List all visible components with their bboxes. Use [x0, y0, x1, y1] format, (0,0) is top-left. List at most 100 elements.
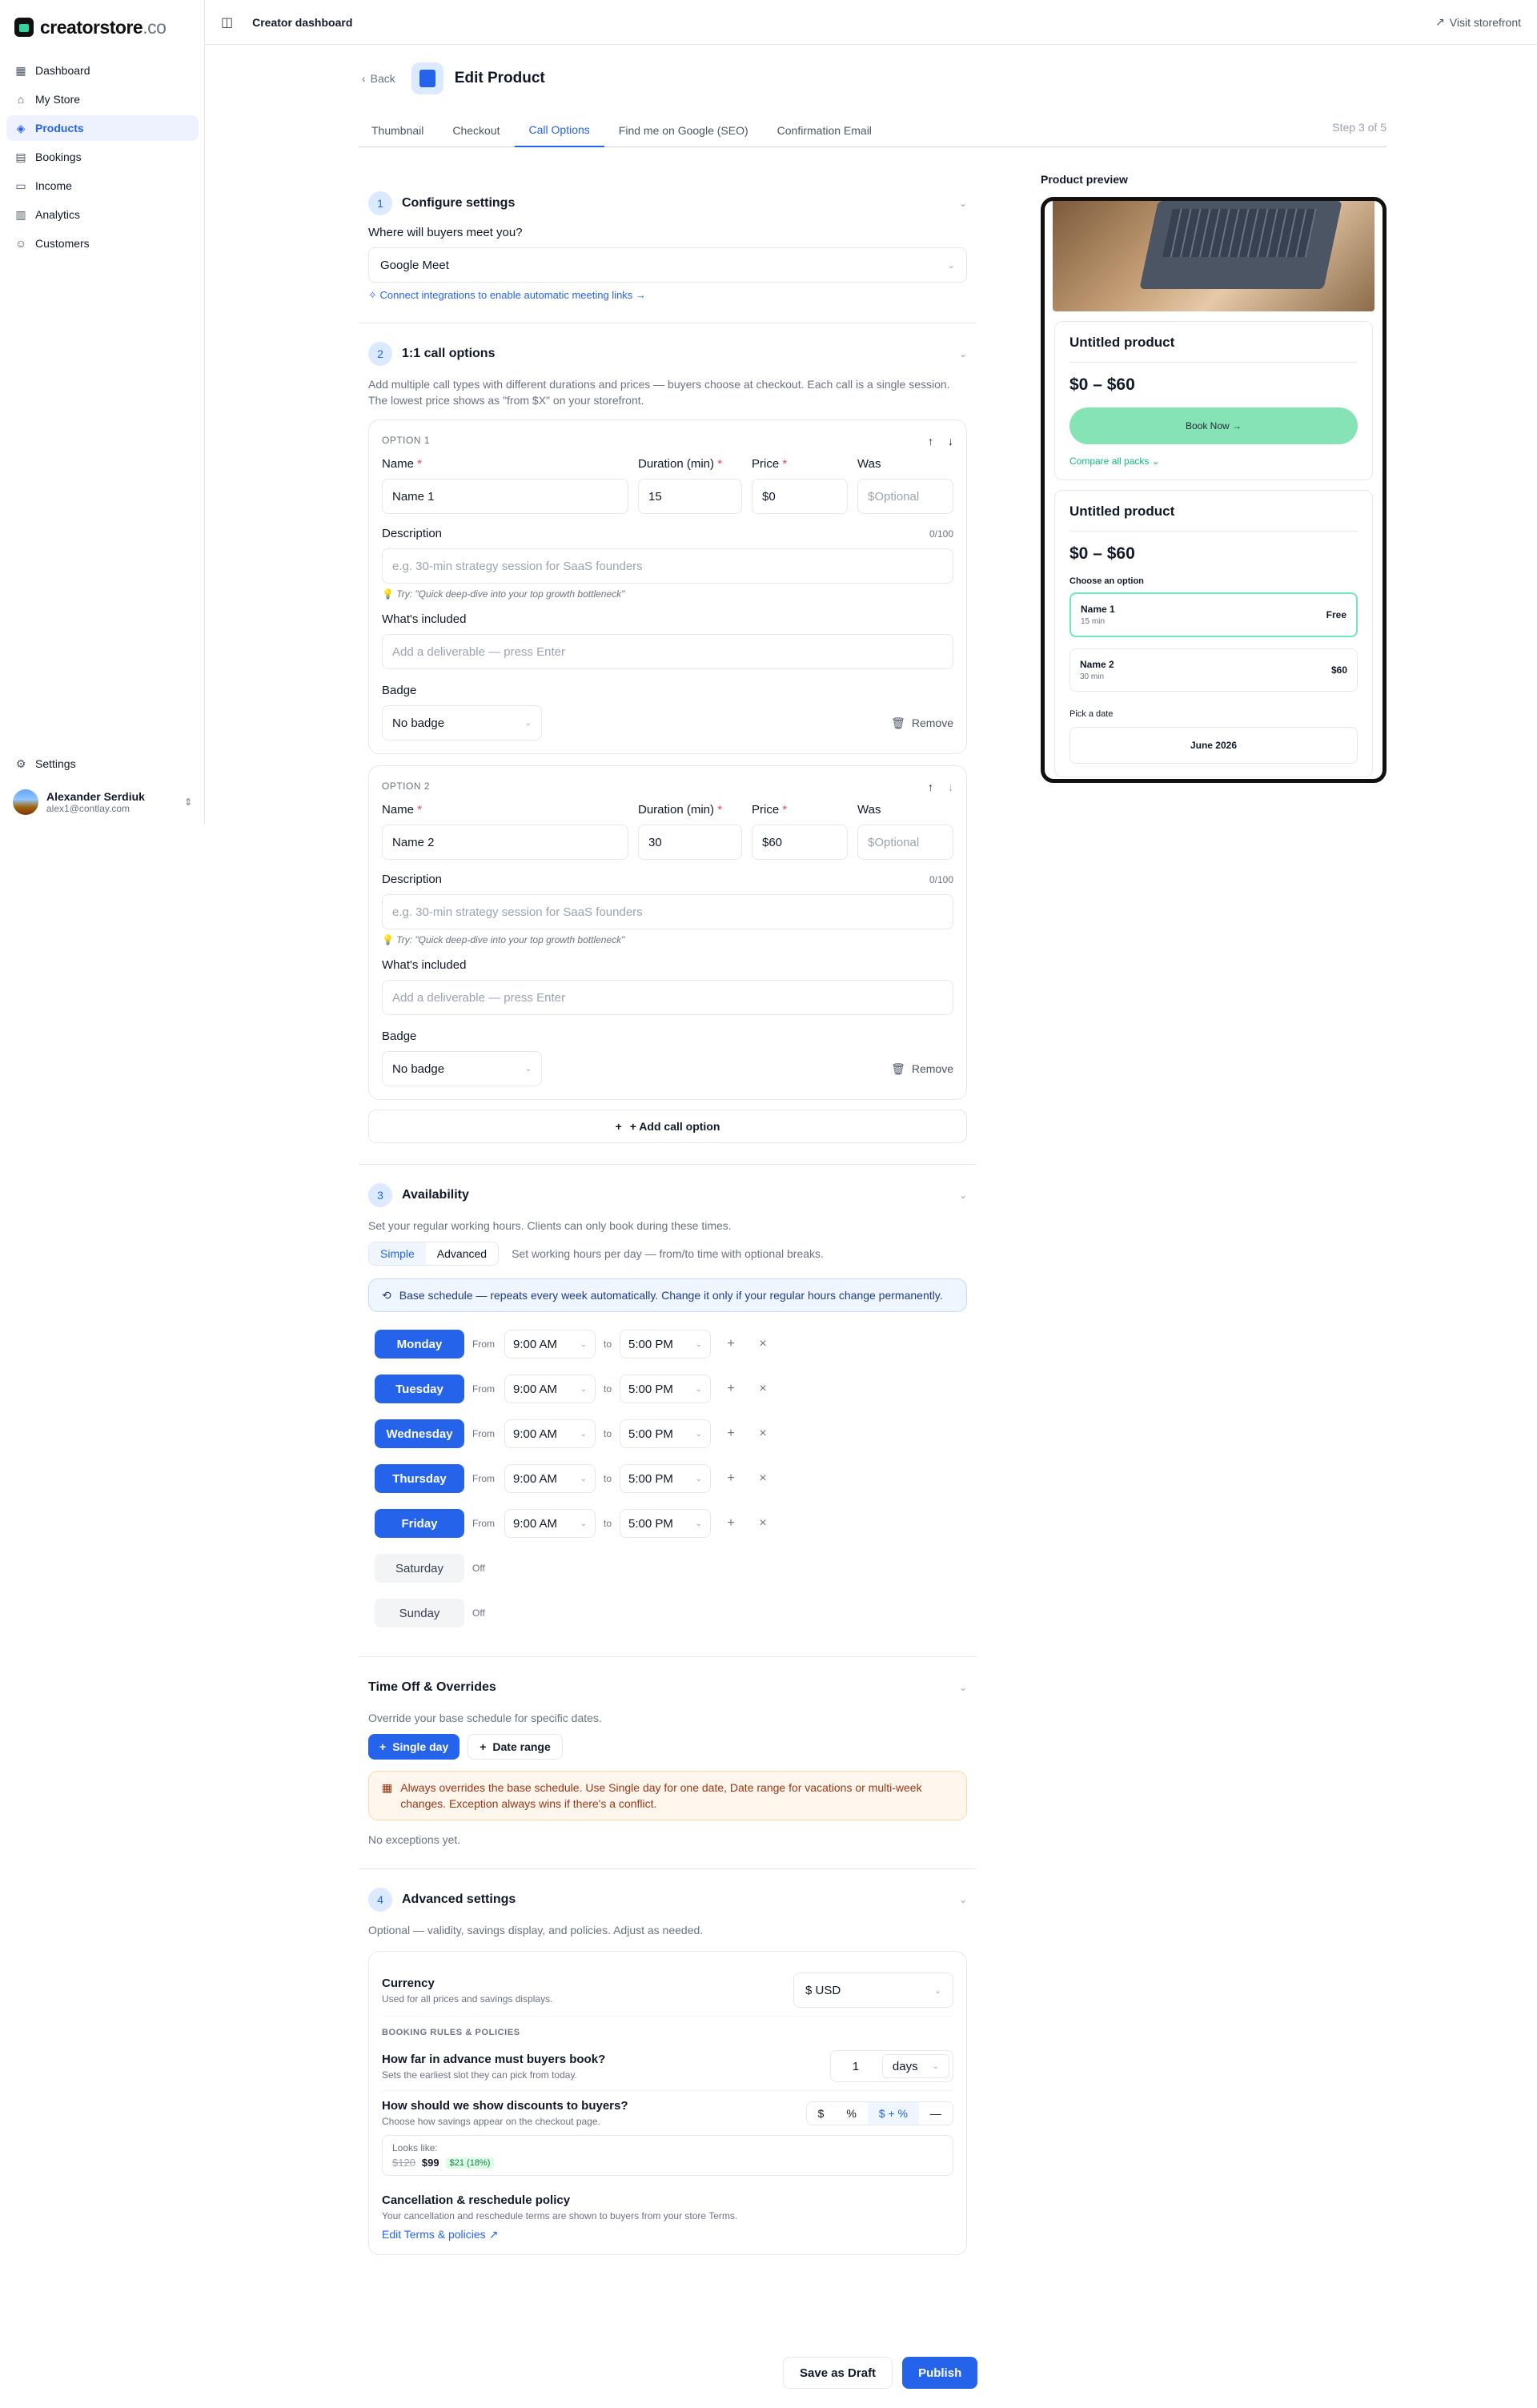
advance-number-input[interactable]: 1	[834, 2060, 877, 2073]
back-button[interactable]: ‹ Back	[362, 72, 395, 85]
chevron-down-icon[interactable]: ⌄	[959, 1682, 967, 1693]
sidebar-item-bookings[interactable]: ▤ Bookings	[6, 144, 199, 170]
price-input[interactable]: $0	[752, 479, 848, 514]
date-range-button[interactable]: + Date range	[468, 1734, 563, 1760]
book-now-button[interactable]: Book Now →	[1069, 407, 1358, 444]
sidebar-item-my-store[interactable]: ⌂ My Store	[6, 86, 199, 112]
section-header[interactable]: 2 1:1 call options ⌄	[368, 341, 967, 367]
compare-packs-link[interactable]: Compare all packs ⌄	[1069, 456, 1358, 467]
option-fields: Name * Name 1 Duration (min) * 15 Price * $…	[382, 457, 953, 514]
currency-select[interactable]: $ USD ⌄	[793, 1973, 953, 2008]
sidebar-item-settings[interactable]: ⚙ Settings	[6, 751, 199, 777]
sidebar-toggle-icon[interactable]: ◫	[221, 14, 233, 30]
advance-unit-select[interactable]: days ⌄	[881, 2054, 949, 2078]
publish-button[interactable]: Publish	[902, 2357, 978, 2389]
format-none[interactable]: —	[919, 2102, 953, 2125]
was-price-input[interactable]: $Optional	[857, 479, 953, 514]
connect-integrations-link[interactable]: ✧ Connect integrations to enable automat…	[368, 289, 967, 302]
tab-seo[interactable]: Find me on Google (SEO)	[604, 124, 763, 146]
end-time-select[interactable]: 5:00 PM ⌄	[620, 1375, 712, 1403]
end-time-select[interactable]: 5:00 PM ⌄	[620, 1509, 712, 1538]
day-toggle-friday[interactable]: Friday	[375, 1509, 464, 1538]
sidebar-item-products[interactable]: ◈ Products	[6, 115, 199, 141]
section-header[interactable]: 1 Configure settings ⌄	[368, 191, 967, 216]
start-time-select[interactable]: 9:00 AM ⌄	[504, 1464, 596, 1493]
sidebar: creatorstore.co ▦ Dashboard ⌂ My Store ◈ Pr…	[0, 0, 205, 825]
user-menu[interactable]: Alexander Serdiuk alex1@contlay.com ⇕	[6, 781, 199, 823]
tab-thumbnail[interactable]: Thumbnail	[359, 124, 438, 146]
tab-checkout[interactable]: Checkout	[438, 124, 514, 146]
section-header[interactable]: 3 Availability ⌄	[368, 1182, 967, 1208]
edit-terms-link[interactable]: Edit Terms & policies ↗	[382, 2228, 953, 2241]
remove-option-button[interactable]: 🗑 Remove	[891, 1062, 953, 1076]
format-dollar-percent[interactable]: $ + %	[867, 2101, 919, 2125]
duration-input[interactable]: 15	[638, 479, 742, 514]
add-break-icon[interactable]: +	[719, 1427, 743, 1441]
end-time-select[interactable]: 5:00 PM ⌄	[620, 1464, 712, 1493]
close-icon[interactable]: ×	[751, 1337, 775, 1351]
chevron-down-icon[interactable]: ⌄	[959, 1190, 967, 1201]
close-icon[interactable]: ×	[751, 1516, 775, 1531]
arrow-up-icon[interactable]: ↑	[928, 435, 933, 447]
arrow-up-icon[interactable]: ↑	[928, 781, 933, 793]
sidebar-item-income[interactable]: ▭ Income	[6, 173, 199, 199]
start-time-value: 9:00 AM	[513, 1471, 558, 1486]
was-price-input[interactable]: $Optional	[857, 825, 953, 860]
format-dollar[interactable]: $	[807, 2102, 836, 2125]
start-time-select[interactable]: 9:00 AM ⌄	[504, 1375, 596, 1403]
start-time-select[interactable]: 9:00 AM ⌄	[504, 1509, 596, 1538]
add-call-option-button[interactable]: + + Add call option	[368, 1110, 967, 1143]
section-header[interactable]: 4 Advanced settings ⌄	[368, 1887, 967, 1912]
deliverable-input[interactable]: Add a deliverable — press Enter	[382, 634, 953, 669]
close-icon[interactable]: ×	[751, 1471, 775, 1486]
month-header[interactable]: June 2026	[1069, 727, 1358, 764]
name-input[interactable]: Name 1	[382, 479, 628, 514]
single-day-button[interactable]: + Single day	[368, 1734, 460, 1760]
end-time-select[interactable]: 5:00 PM ⌄	[620, 1419, 712, 1448]
end-time-select[interactable]: 5:00 PM ⌄	[620, 1330, 712, 1359]
badge-select[interactable]: No badge ⌄	[382, 1051, 542, 1086]
duration-input[interactable]: 30	[638, 825, 742, 860]
day-toggle-thursday[interactable]: Thursday	[375, 1464, 464, 1493]
day-toggle-monday[interactable]: Monday	[375, 1330, 464, 1359]
format-percent[interactable]: %	[835, 2102, 867, 2125]
day-toggle-wednesday[interactable]: Wednesday	[375, 1419, 464, 1448]
deliverable-input[interactable]: Add a deliverable — press Enter	[382, 980, 953, 1015]
add-break-icon[interactable]: +	[719, 1382, 743, 1396]
sidebar-item-dashboard[interactable]: ▦ Dashboard	[6, 58, 199, 83]
close-icon[interactable]: ×	[751, 1382, 775, 1396]
close-icon[interactable]: ×	[751, 1427, 775, 1441]
description-input[interactable]: e.g. 30-min strategy session for SaaS fo…	[382, 894, 953, 929]
arrow-down-icon[interactable]: ↓	[948, 435, 953, 447]
chevron-down-icon[interactable]: ⌄	[959, 198, 967, 209]
sidebar-item-analytics[interactable]: ▥ Analytics	[6, 202, 199, 227]
mode-simple[interactable]: Simple	[369, 1242, 426, 1265]
add-break-icon[interactable]: +	[719, 1337, 743, 1351]
chevron-down-icon[interactable]: ⌄	[959, 348, 967, 359]
name-input[interactable]: Name 2	[382, 825, 628, 860]
visit-storefront-link[interactable]: ↗ Visit storefront	[1435, 15, 1521, 29]
description-input[interactable]: e.g. 30-min strategy session for SaaS fo…	[382, 548, 953, 584]
add-break-icon[interactable]: +	[719, 1471, 743, 1486]
badge-select[interactable]: No badge ⌄	[382, 705, 542, 740]
day-toggle-sunday[interactable]: Sunday	[375, 1599, 464, 1627]
preview-option[interactable]: Name 1 15 min Free	[1069, 592, 1358, 637]
day-toggle-tuesday[interactable]: Tuesday	[375, 1375, 464, 1403]
brand-logo[interactable]: creatorstore.co	[14, 14, 167, 40]
chevron-down-icon[interactable]: ⌄	[959, 1894, 967, 1905]
price-input[interactable]: $60	[752, 825, 848, 860]
remove-option-button[interactable]: 🗑 Remove	[891, 716, 953, 730]
meeting-platform-select[interactable]: Google Meet ⌄	[368, 247, 967, 283]
add-break-icon[interactable]: +	[719, 1516, 743, 1531]
mode-advanced[interactable]: Advanced	[426, 1242, 498, 1265]
sidebar-item-customers[interactable]: ☺ Customers	[6, 231, 199, 256]
start-time-select[interactable]: 9:00 AM ⌄	[504, 1419, 596, 1448]
preview-option[interactable]: Name 2 30 min $60	[1069, 648, 1358, 692]
start-time-select[interactable]: 9:00 AM ⌄	[504, 1330, 596, 1359]
day-toggle-saturday[interactable]: Saturday	[375, 1554, 464, 1583]
tab-confirmation-email[interactable]: Confirmation Email	[763, 124, 886, 146]
arrow-down-icon[interactable]: ↓	[948, 781, 953, 793]
section-header[interactable]: Time Off & Overrides ⌄	[368, 1675, 967, 1700]
tab-call-options[interactable]: Call Options	[514, 123, 604, 147]
save-draft-button[interactable]: Save as Draft	[783, 2357, 893, 2389]
